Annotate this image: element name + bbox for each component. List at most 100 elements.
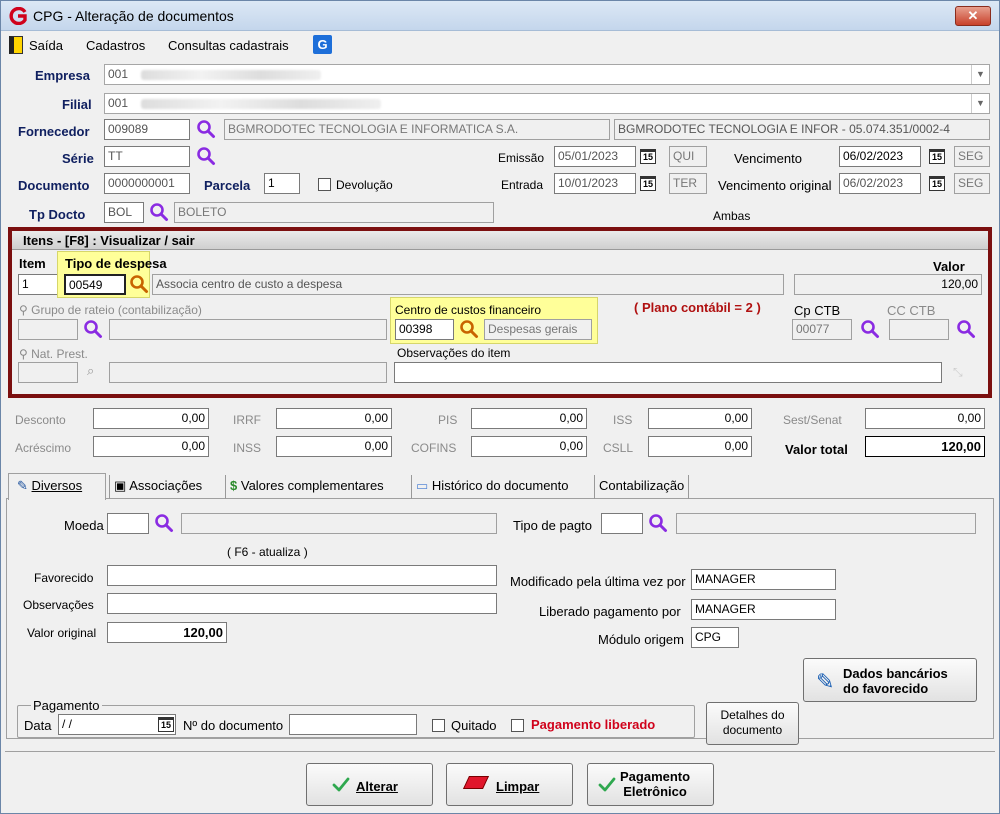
- empresa-select[interactable]: 001 ▼: [104, 64, 990, 85]
- menu-cadastros[interactable]: Cadastros: [86, 38, 145, 53]
- search-icon[interactable]: [956, 319, 976, 339]
- serie-input[interactable]: TT: [104, 146, 190, 167]
- empresa-label: Empresa: [35, 68, 90, 83]
- search-icon[interactable]: [83, 319, 103, 339]
- csll-input[interactable]: 0,00: [648, 436, 752, 457]
- moeda-input[interactable]: [107, 513, 149, 534]
- csll-label: CSLL: [603, 441, 634, 455]
- parcela-label: Parcela: [204, 178, 251, 193]
- menu-consultas-cadastrais[interactable]: Consultas cadastrais: [168, 38, 289, 53]
- filial-label: Filial: [62, 97, 92, 112]
- observacoes-item-input[interactable]: [394, 362, 942, 383]
- quitado-checkbox[interactable]: [432, 719, 445, 732]
- calendar-icon[interactable]: 15: [640, 149, 656, 164]
- parcela-input[interactable]: 1: [264, 173, 300, 194]
- vencimento-weekday: SEG: [954, 146, 990, 167]
- calendar-icon[interactable]: 15: [158, 717, 174, 732]
- centro-custos-input[interactable]: 00398: [395, 319, 454, 340]
- item-input[interactable]: 1: [18, 274, 58, 295]
- tab-contabilizacao[interactable]: Contabilização: [594, 475, 690, 499]
- dados-bancarios-label: Dados bancários do favorecido: [843, 666, 948, 696]
- favorecido-input[interactable]: [107, 565, 497, 586]
- tipo-pagto-input[interactable]: [601, 513, 643, 534]
- acrescimo-label: Acréscimo: [15, 441, 72, 455]
- tp-docto-input[interactable]: BOL: [104, 202, 144, 223]
- tab-associacoes[interactable]: ▣ Associações: [109, 475, 206, 499]
- calendar-icon[interactable]: 15: [929, 149, 945, 164]
- search-icon[interactable]: [149, 202, 169, 222]
- vencimento-original-input[interactable]: 06/02/2023: [839, 173, 921, 194]
- valor-field: 120,00: [794, 274, 982, 295]
- tab-historico[interactable]: ▭ Histórico do documento: [411, 475, 573, 499]
- detalhes-documento-label: Detalhes do documento: [720, 708, 785, 737]
- search-icon[interactable]: [196, 146, 216, 166]
- close-button[interactable]: ✕: [955, 6, 991, 26]
- devolucao-checkbox[interactable]: [318, 178, 331, 191]
- window-icon: ▣: [114, 478, 127, 493]
- tp-docto-label: Tp Docto: [29, 207, 86, 222]
- cc-ctb-label: CC CTB: [887, 303, 936, 318]
- tab-diversos[interactable]: ✎ Diversos: [13, 475, 86, 499]
- filial-select[interactable]: 001 ▼: [104, 93, 990, 114]
- vencimento-date-input[interactable]: 06/02/2023: [839, 146, 921, 167]
- document-icon: ▭: [416, 478, 429, 493]
- pencil-icon: ✎: [816, 669, 835, 694]
- serie-label: Série: [62, 151, 94, 166]
- centro-custos-label: Centro de custos financeiro: [395, 303, 542, 317]
- observacoes-item-label: Observações do item: [397, 346, 511, 360]
- tipo-pagto-desc: [676, 513, 976, 534]
- observacoes-input[interactable]: [107, 593, 497, 614]
- binoculars-icon[interactable]: ⌕: [87, 363, 94, 379]
- emissao-date-input[interactable]: 05/01/2023: [554, 146, 636, 167]
- search-icon[interactable]: [129, 274, 149, 294]
- expand-icon[interactable]: ⤡: [953, 365, 963, 380]
- plano-contabil-text: ( Plano contábil = 2 ): [634, 300, 761, 315]
- cofins-input[interactable]: 0,00: [471, 436, 587, 457]
- desconto-input[interactable]: 0,00: [93, 408, 209, 429]
- tab-panel: [6, 498, 994, 739]
- acrescimo-input[interactable]: 0,00: [93, 436, 209, 457]
- pagamento-liberado-checkbox[interactable]: [511, 719, 524, 732]
- cp-ctb-input[interactable]: 00077: [792, 319, 852, 340]
- num-documento-input[interactable]: [289, 714, 417, 735]
- modulo-origem-label: Módulo origem: [598, 632, 684, 647]
- cofins-label: COFINS: [411, 441, 457, 455]
- calendar-icon[interactable]: 15: [929, 176, 945, 191]
- centro-custos-desc: Despesas gerais: [484, 319, 592, 340]
- inss-input[interactable]: 0,00: [276, 436, 392, 457]
- sest-senat-input[interactable]: 0,00: [865, 408, 985, 429]
- money-icon: $: [230, 478, 238, 493]
- search-icon[interactable]: [196, 119, 216, 139]
- window-title: CPG - Alteração de documentos: [33, 8, 234, 24]
- documento-input[interactable]: 0000000001: [104, 173, 190, 194]
- nat-prest-desc: [109, 362, 387, 383]
- fornecedor-code-input[interactable]: 009089: [104, 119, 190, 140]
- tipo-despesa-input[interactable]: 00549: [64, 274, 126, 295]
- app-shortcut-icon[interactable]: G: [313, 35, 332, 54]
- checkmark-icon: [331, 775, 351, 795]
- num-documento-label: Nº do documento: [183, 718, 284, 733]
- menu-bar: [1, 32, 999, 58]
- grupo-rateio-label: ⚲ Grupo de rateio (contabilização): [19, 303, 202, 317]
- search-icon[interactable]: [154, 513, 174, 533]
- tab-valores-complementares[interactable]: $ Valores complementares: [225, 475, 388, 499]
- menu-saida[interactable]: Saída: [29, 38, 63, 53]
- quitado-label: Quitado: [451, 718, 497, 733]
- irrf-input[interactable]: 0,00: [276, 408, 392, 429]
- cc-ctb-input[interactable]: [889, 319, 949, 340]
- search-icon[interactable]: [459, 319, 479, 339]
- chevron-down-icon: ▼: [971, 65, 989, 84]
- calendar-icon[interactable]: 15: [640, 176, 656, 191]
- alterar-label: Alterar: [356, 779, 398, 794]
- pagamento-eletronico-label: Pagamento Eletrônico: [620, 769, 691, 799]
- search-icon[interactable]: [860, 319, 880, 339]
- sest-senat-label: Sest/Senat: [783, 413, 842, 427]
- grupo-rateio-input[interactable]: [18, 319, 78, 340]
- iss-input[interactable]: 0,00: [648, 408, 752, 429]
- search-icon[interactable]: [648, 513, 668, 533]
- pagamento-group-label: Pagamento: [31, 698, 102, 713]
- entrada-date-input[interactable]: 10/01/2023: [554, 173, 636, 194]
- pis-input[interactable]: 0,00: [471, 408, 587, 429]
- nat-prest-input[interactable]: [18, 362, 78, 383]
- valor-original-field: 120,00: [107, 622, 227, 643]
